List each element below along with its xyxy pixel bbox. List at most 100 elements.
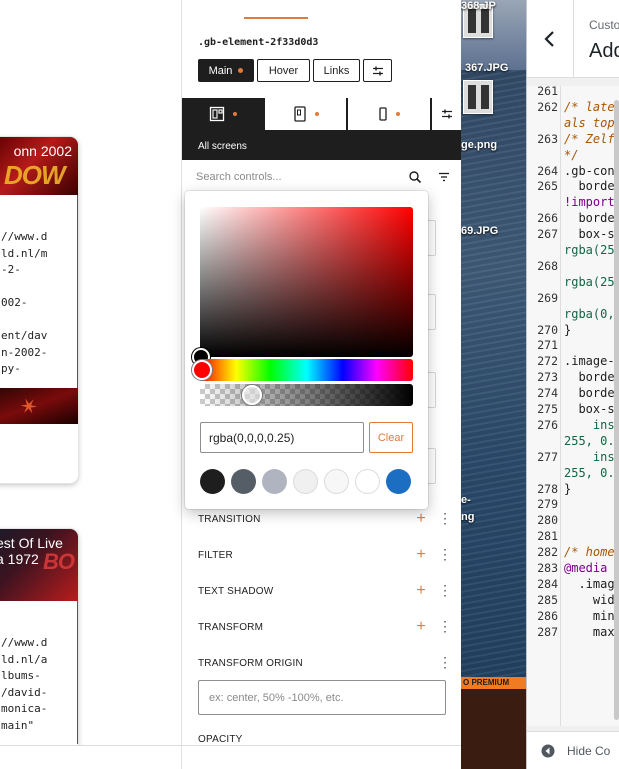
line-number: 262 <box>537 99 558 114</box>
collapse-arrow-icon[interactable] <box>541 744 555 758</box>
saturation-field[interactable] <box>192 207 413 366</box>
file-label[interactable]: ge.png <box>461 139 497 151</box>
control-transform[interactable]: TRANSFORM + ⋮ <box>198 616 452 638</box>
card-text-line: ld.nl/a <box>1 652 48 666</box>
line-number: 283 <box>537 561 558 575</box>
card-code-text: //www.d ld.nl/m -2- 002- ent/dav n-2002- py- <box>0 195 78 388</box>
more-options-icon[interactable]: ⋮ <box>438 511 452 526</box>
state-links-label: Links <box>323 64 350 77</box>
card-text-line <box>1 279 73 296</box>
hide-controls-label[interactable]: Hide Co <box>567 744 610 758</box>
control-transform-origin[interactable]: TRANSFORM ORIGIN ⋮ <box>198 652 452 674</box>
hue-slider[interactable] <box>192 359 413 381</box>
control-label: OPACITY <box>198 733 243 745</box>
add-icon[interactable]: + <box>414 511 428 527</box>
line-number: 276 <box>537 417 558 432</box>
chevron-left-icon[interactable] <box>537 26 563 52</box>
control-label: FILTER <box>198 549 233 561</box>
alpha-handle[interactable] <box>242 385 262 405</box>
image-card[interactable]: est Of Live a 1972 BO //www.d ld.nl/a lbum… <box>0 529 78 759</box>
panel-title: Add <box>589 40 619 62</box>
desktop-icon <box>209 106 225 122</box>
code-line: .gb-con <box>564 163 615 178</box>
code-line: box-s <box>564 402 615 416</box>
code-line: .image- <box>564 354 615 369</box>
code-line: /* home <box>564 545 615 560</box>
file-thumbnail[interactable] <box>463 80 493 114</box>
state-hover-label: Hover <box>268 64 299 77</box>
modified-dot-icon <box>238 68 244 73</box>
code-scrollbar[interactable] <box>614 100 619 720</box>
alpha-gradient <box>200 384 413 406</box>
search-controls-input[interactable] <box>196 168 396 186</box>
clear-color-button[interactable]: Clear <box>369 422 413 453</box>
control-label: TEXT SHADOW <box>198 585 274 597</box>
panel-footer <box>182 745 461 769</box>
more-options-icon[interactable]: ⋮ <box>438 547 452 562</box>
file-label[interactable]: 69.JPG <box>461 225 498 237</box>
state-links-button[interactable]: Links <box>313 59 360 82</box>
device-tablet-tab[interactable] <box>265 98 347 130</box>
color-swatch[interactable] <box>293 469 318 494</box>
control-transition[interactable]: TRANSITION + ⋮ <box>198 508 452 530</box>
more-options-icon[interactable]: ⋮ <box>438 583 452 598</box>
editor-canvas: onn 2002 DOW //www.d ld.nl/m -2- 002- ent/… <box>0 0 181 769</box>
image-card[interactable]: onn 2002 DOW //www.d ld.nl/m -2- 002- ent/… <box>0 137 78 483</box>
device-settings-button[interactable] <box>431 98 461 130</box>
state-options-button[interactable] <box>363 59 392 82</box>
hue-handle[interactable] <box>192 360 212 380</box>
transform-origin-input[interactable] <box>198 680 446 715</box>
premium-label: O PREMIUM <box>461 677 526 689</box>
modified-dot-icon <box>314 112 319 116</box>
left-footer <box>0 745 181 769</box>
color-swatch[interactable] <box>324 469 349 494</box>
code-line: /* late <box>564 99 615 114</box>
file-label[interactable]: e- <box>461 494 471 506</box>
code-line: min <box>564 608 615 623</box>
premium-banner[interactable]: O PREMIUM <box>461 677 526 769</box>
editor-footer: Hide Co <box>527 731 619 769</box>
more-options-icon[interactable]: ⋮ <box>438 655 452 670</box>
card-code-text: //www.d ld.nl/a lbums- /david-monica-main" <box>0 601 78 744</box>
add-icon[interactable]: + <box>414 547 428 563</box>
add-icon[interactable]: + <box>414 619 428 635</box>
code-line: 255, 0. <box>564 465 615 480</box>
file-label[interactable]: ng <box>461 511 474 523</box>
code-line: ins <box>564 417 615 432</box>
line-number: 278 <box>537 481 558 496</box>
color-swatch[interactable] <box>200 469 225 494</box>
control-filter[interactable]: FILTER + ⋮ <box>198 544 452 566</box>
filter-icon[interactable] <box>437 170 451 184</box>
color-swatch[interactable] <box>355 469 380 494</box>
modified-dot-icon <box>396 112 400 116</box>
device-scope-label: All screens <box>198 141 247 152</box>
card-text-line: 002- <box>1 296 28 309</box>
code-line: als top <box>564 115 615 130</box>
control-label: TRANSFORM <box>198 621 264 633</box>
color-swatch[interactable] <box>386 469 411 494</box>
code-line: max <box>564 624 615 639</box>
code-editor[interactable]: 261 262 263 264 265 266 267 268 269 270 271 272 273 2… <box>527 84 619 726</box>
control-text-shadow[interactable]: TEXT SHADOW + ⋮ <box>198 580 452 602</box>
code-line: borde <box>564 370 615 385</box>
code-line: borde <box>564 386 615 401</box>
device-desktop-tab[interactable] <box>182 98 264 130</box>
search-icon[interactable] <box>408 170 422 184</box>
color-swatch[interactable] <box>231 469 256 494</box>
line-number: 272 <box>537 354 558 369</box>
code-line: rgba(0, <box>564 306 615 321</box>
line-number: 270 <box>537 322 558 337</box>
file-label[interactable]: 367.JPG <box>465 62 508 74</box>
alpha-slider[interactable] <box>200 384 413 406</box>
file-label[interactable]: 368.JP <box>461 0 496 12</box>
more-options-icon[interactable]: ⋮ <box>438 619 452 634</box>
color-swatch[interactable] <box>262 469 287 494</box>
state-hover-button[interactable]: Hover <box>257 59 310 82</box>
device-mobile-tab[interactable] <box>348 98 430 130</box>
code-line: 255, 0. <box>564 433 615 448</box>
color-value-input[interactable] <box>200 422 364 453</box>
state-main-button[interactable]: Main <box>198 59 254 82</box>
add-icon[interactable]: + <box>414 583 428 599</box>
card-text-line: //www.d <box>1 636 48 649</box>
card-text-line: /david- <box>1 685 48 699</box>
